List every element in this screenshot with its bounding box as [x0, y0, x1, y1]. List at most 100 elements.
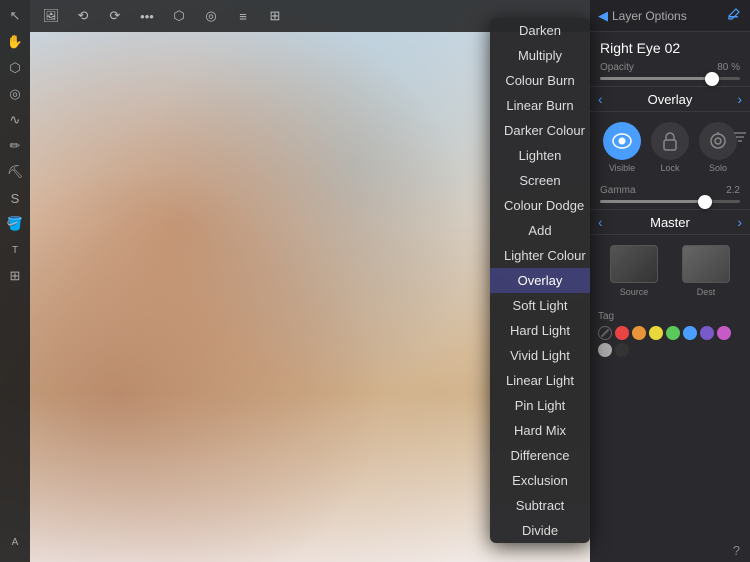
tool-text[interactable]: T [3, 238, 27, 262]
blend-mode-current: Overlay [603, 92, 738, 107]
opacity-thumb[interactable] [705, 72, 719, 86]
opacity-track[interactable] [600, 77, 740, 80]
shape-button[interactable]: ⬡ [166, 3, 192, 29]
blend-linear-light[interactable]: Linear Light [490, 368, 590, 393]
blend-mode-next[interactable]: › [737, 91, 742, 107]
blend-exclusion[interactable]: Exclusion [490, 468, 590, 493]
panel-bottom: ? [590, 539, 750, 562]
blend-darker-colour[interactable]: Darker Colour [490, 118, 590, 143]
tool-pencil[interactable]: ✏ [3, 134, 27, 158]
blend-screen[interactable]: Screen [490, 168, 590, 193]
blend-difference[interactable]: Difference [490, 443, 590, 468]
layer-name-row: Right Eye 02 [590, 32, 750, 60]
blend-mode-row[interactable]: ‹ Overlay › [590, 86, 750, 112]
right-panel: ◀ Layer Options Right Eye 02 Opacity 80 … [590, 0, 750, 562]
tag-pink[interactable] [717, 326, 731, 340]
filter-icon[interactable] [730, 130, 750, 144]
blend-colour-burn[interactable]: Colour Burn [490, 68, 590, 93]
tool-brush[interactable]: ⛏ [3, 160, 27, 184]
gamma-slider-container[interactable] [590, 198, 750, 209]
opacity-fill [600, 77, 712, 80]
tool-hand[interactable]: ✋ [3, 30, 27, 54]
blend-vivid-light[interactable]: Vivid Light [490, 343, 590, 368]
tag-blue[interactable] [683, 326, 697, 340]
source-thumb [610, 245, 658, 283]
tag-none[interactable] [598, 326, 612, 340]
grid-button[interactable]: ⊞ [262, 3, 288, 29]
panel-title: Layer Options [612, 9, 728, 23]
blend-lighter-colour[interactable]: Lighter Colour [490, 243, 590, 268]
blend-multiply[interactable]: Multiply [490, 43, 590, 68]
circle-button[interactable]: ◎ [198, 3, 224, 29]
tag-label: Tag [598, 311, 742, 322]
source-dest-row: Source Dest [590, 235, 750, 307]
gamma-row: Gamma 2.2 [590, 183, 750, 198]
tool-select[interactable]: ◎ [3, 82, 27, 106]
gamma-fill [600, 200, 705, 203]
gamma-track[interactable] [600, 200, 740, 203]
blend-lighten[interactable]: Lighten [490, 143, 590, 168]
help-button[interactable]: ? [733, 543, 740, 558]
blend-divide[interactable]: Divide [490, 518, 590, 543]
opacity-row: Opacity 80 % [590, 60, 750, 75]
tag-red[interactable] [615, 326, 629, 340]
master-row[interactable]: ‹ Master › [590, 209, 750, 235]
lock-label: Lock [660, 163, 679, 173]
lock-icon[interactable] [651, 122, 689, 160]
opacity-label: Opacity [600, 62, 634, 73]
visible-icon[interactable] [603, 122, 641, 160]
tool-pen[interactable]: ∿ [3, 108, 27, 132]
lock-item[interactable]: Lock [651, 122, 689, 173]
tool-crop[interactable]: ⊞ [3, 264, 27, 288]
redo-button[interactable]: ⟲ [70, 3, 96, 29]
source-label: Source [620, 287, 649, 297]
vls-row: Visible Lock Solo [590, 112, 750, 183]
view-button[interactable]: ≡ [230, 3, 256, 29]
blend-mode-dropdown: Darken Multiply Colour Burn Linear Burn … [490, 18, 590, 543]
left-toolbar: ↖ ✋ ⬡ ◎ ∿ ✏ ⛏ S 🪣 T ⊞ A [0, 0, 30, 562]
blend-darken[interactable]: Darken [490, 18, 590, 43]
blend-hard-light[interactable]: Hard Light [490, 318, 590, 343]
tag-purple[interactable] [700, 326, 714, 340]
blend-colour-dodge[interactable]: Colour Dodge [490, 193, 590, 218]
dest-thumb [682, 245, 730, 283]
dest-label: Dest [697, 287, 716, 297]
blend-add[interactable]: Add [490, 218, 590, 243]
gamma-value: 2.2 [726, 185, 740, 196]
layer-name: Right Eye 02 [600, 40, 740, 56]
dest-item[interactable]: Dest [682, 245, 730, 297]
master-label: Master [603, 215, 738, 230]
blend-linear-burn[interactable]: Linear Burn [490, 93, 590, 118]
source-item[interactable]: Source [610, 245, 658, 297]
solo-label: Solo [709, 163, 727, 173]
tag-green[interactable] [666, 326, 680, 340]
visible-item[interactable]: Visible [603, 122, 641, 173]
tag-black[interactable] [615, 343, 629, 357]
opacity-value: 80 % [717, 62, 740, 73]
blend-overlay[interactable]: Overlay [490, 268, 590, 293]
tool-erase[interactable]: S [3, 186, 27, 210]
tag-orange[interactable] [632, 326, 646, 340]
blend-soft-light[interactable]: Soft Light [490, 293, 590, 318]
blend-pin-light[interactable]: Pin Light [490, 393, 590, 418]
tag-colors [598, 326, 742, 357]
blend-hard-mix[interactable]: Hard Mix [490, 418, 590, 443]
opacity-slider-container[interactable] [590, 75, 750, 86]
undo2-button[interactable]: ⟳ [102, 3, 128, 29]
tag-yellow[interactable] [649, 326, 663, 340]
panel-edit-button[interactable] [728, 7, 742, 24]
panel-header: ◀ Layer Options [590, 0, 750, 32]
tool-shape[interactable]: ⬡ [3, 56, 27, 80]
tool-cursor[interactable]: ↖ [3, 4, 27, 28]
panel-back-button[interactable]: ◀ [598, 8, 608, 24]
tag-gray[interactable] [598, 343, 612, 357]
undo-button[interactable]: 🖼 [38, 3, 64, 29]
tool-type[interactable]: A [3, 530, 27, 554]
blend-subtract[interactable]: Subtract [490, 493, 590, 518]
master-next[interactable]: › [737, 214, 742, 230]
visible-label: Visible [609, 163, 635, 173]
more-button[interactable]: ••• [134, 3, 160, 29]
tool-fill[interactable]: 🪣 [3, 212, 27, 236]
gamma-thumb[interactable] [698, 195, 712, 209]
tag-row: Tag [590, 307, 750, 361]
